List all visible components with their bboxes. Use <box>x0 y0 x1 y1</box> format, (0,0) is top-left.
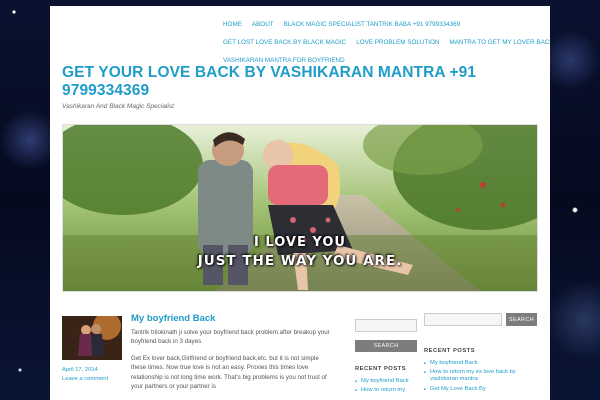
search-form: SEARCH <box>424 313 538 326</box>
nav-black-magic-specialist[interactable]: BLACK MAGIC SPECIALIST TANTRIK BABA +91 … <box>279 16 466 34</box>
post-title[interactable]: My boyfriend Back <box>131 313 215 324</box>
recent-post-link[interactable]: My boyfriend Back <box>424 360 538 367</box>
recent-post-link[interactable]: How to return my ex love back by vashika… <box>424 369 538 383</box>
main-navigation: HOME ABOUT BLACK MAGIC SPECIALIST TANTRI… <box>218 16 550 70</box>
search-input[interactable] <box>355 318 417 332</box>
recent-post-link[interactable]: Get My Love Back By <box>424 386 538 393</box>
nav-love-problem-solution[interactable]: LOVE PROBLEM SOLUTION <box>351 34 444 52</box>
search-button[interactable]: SEARCH <box>506 313 537 326</box>
hero-caption-line2: JUST THE WAY YOU ARE. <box>197 253 403 269</box>
sidebar-right: SEARCH RECENT POSTS My boyfriend Back Ho… <box>424 313 538 395</box>
post-meta: April 17, 2014 Leave a comment <box>62 366 108 384</box>
post-paragraph: Get Ex lover back,Girlfriend or boyfrien… <box>131 354 327 391</box>
recent-posts-heading: RECENT POSTS <box>424 348 476 354</box>
hero-caption-line1: I LOVE YOU <box>254 235 346 250</box>
nav-home[interactable]: HOME <box>218 16 247 34</box>
nav-mantra-lover-back[interactable]: MANTRA TO GET MY LOVER BACK <box>444 34 550 52</box>
recent-post-link[interactable]: My boyfriend Back <box>355 378 417 385</box>
sidebar-left: SEARCH RECENT POSTS My boyfriend Back Ho… <box>355 313 417 396</box>
post-date[interactable]: April 17, 2014 <box>62 366 108 375</box>
search-input[interactable] <box>424 313 502 326</box>
header-image: I LOVE YOU JUST THE WAY YOU ARE. <box>62 124 538 292</box>
post-excerpt: Tantrik trilokinath ji solve your boyfri… <box>131 328 331 398</box>
nav-row-2: GET LOST LOVE BACK BY BLACK MAGIC LOVE P… <box>218 34 550 52</box>
nav-row-1: HOME ABOUT BLACK MAGIC SPECIALIST TANTRI… <box>218 16 538 34</box>
recent-posts-list: My boyfriend Back How to return my <box>355 378 417 395</box>
page-container: HOME ABOUT BLACK MAGIC SPECIALIST TANTRI… <box>50 6 550 400</box>
recent-posts-heading: RECENT POSTS <box>355 365 407 372</box>
recent-posts-list: My boyfriend Back How to return my ex lo… <box>424 360 538 393</box>
leave-comment-link[interactable]: Leave a comment <box>62 375 108 384</box>
nav-get-lost-love-back[interactable]: GET LOST LOVE BACK BY BLACK MAGIC <box>218 34 351 52</box>
couple-thumbnail-image <box>62 316 122 360</box>
recent-post-link[interactable]: How to return my <box>355 387 417 394</box>
post-thumbnail[interactable] <box>62 316 122 360</box>
nav-about[interactable]: ABOUT <box>247 16 279 34</box>
post-paragraph: Tantrik trilokinath ji solve your boyfri… <box>131 329 330 346</box>
search-button[interactable]: SEARCH <box>355 339 417 352</box>
site-tagline: Vashikaran And Black Magic Specialist <box>62 103 174 110</box>
site-title[interactable]: GET YOUR LOVE BACK BY VASHIKARAN MANTRA … <box>62 64 532 100</box>
